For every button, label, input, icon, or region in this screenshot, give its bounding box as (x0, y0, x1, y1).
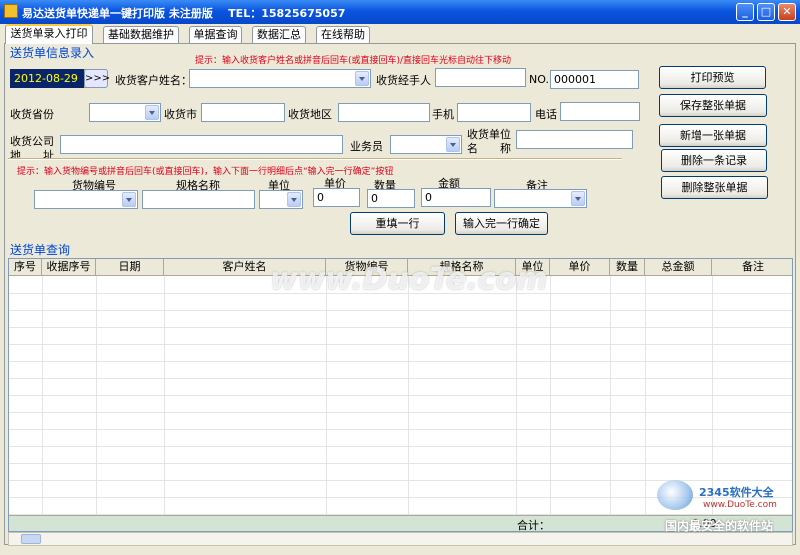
chevron-down-icon[interactable] (122, 192, 136, 207)
query-section-title: 送货单查询 (10, 243, 71, 257)
district-label: 收货地区 (288, 108, 332, 121)
maximize-button[interactable]: □ (757, 3, 775, 21)
grid-column-line (550, 276, 551, 515)
no-input[interactable]: 000001 (550, 70, 639, 89)
note-combo[interactable] (494, 189, 587, 208)
chevron-down-icon[interactable] (355, 71, 369, 86)
window-title-text: 易达送货单快递单一键打印版 未注册版 (22, 7, 213, 20)
maximize-icon: □ (760, 5, 772, 18)
grid-column-line (516, 276, 517, 515)
handler-label: 收货经手人 (376, 74, 431, 87)
customer-label: 收货客户姓名： (115, 74, 192, 87)
salesman-label: 业务员 (350, 140, 383, 153)
customer-combo[interactable] (189, 69, 371, 88)
grid-column-line (164, 276, 165, 515)
phone-label: 电话 (535, 108, 557, 121)
chevron-down-icon[interactable] (145, 105, 159, 120)
scrollbar-thumb[interactable] (21, 534, 41, 544)
grid-row-line (9, 327, 792, 328)
close-button[interactable]: ✕ (778, 3, 796, 21)
province-label: 收货省份 (10, 108, 54, 121)
entry-section-title: 送货单信息录入 (10, 46, 95, 60)
grid-header-note[interactable]: 备注 (712, 259, 792, 276)
mobile-input[interactable] (457, 103, 531, 122)
price-input[interactable]: 0 (313, 188, 360, 207)
refill-row-button[interactable]: 重填一行 (350, 212, 445, 235)
entry-hint: 提示：输入收货客户姓名或拼音后回车(或直接回车)/直接回车光标自动往下移动 (195, 56, 512, 66)
grid-header-total[interactable]: 总金额 (645, 259, 712, 276)
grid-row-line (9, 344, 792, 345)
grid-row-line (9, 361, 792, 362)
qty-input[interactable]: 0 (367, 189, 415, 208)
tab-entry-print[interactable]: 送货单录入打印 (5, 24, 93, 44)
grid-column-line (610, 276, 611, 515)
delete-record-button[interactable]: 删除一条记录 (661, 149, 767, 172)
window-title: 易达送货单快递单一键打印版 未注册版 TEL：15825675057 (22, 5, 345, 21)
company-address-input[interactable] (60, 135, 343, 154)
section-divider (8, 158, 622, 160)
save-bill-button[interactable]: 保存整张单据 (659, 94, 767, 117)
brand-watermark: 2345软件大全 www.DuoTe.com 国内最安全的软件站 (655, 478, 800, 555)
tab-query[interactable]: 单据查询 (189, 26, 242, 44)
confirm-row-button[interactable]: 输入完一行确定 (455, 212, 548, 235)
grid-row-line (9, 429, 792, 430)
company-label-line2: 地 址 (10, 149, 54, 162)
grid-header-qty[interactable]: 数量 (610, 259, 645, 276)
grid-header-price[interactable]: 单价 (550, 259, 610, 276)
chevron-down-icon[interactable] (287, 192, 301, 207)
grid-row-line (9, 395, 792, 396)
brand-url: www.DuoTe.com (703, 500, 777, 510)
phone-input[interactable] (560, 102, 640, 121)
city-label: 收货市 (164, 108, 197, 121)
grid-row-line (9, 310, 792, 311)
tab-help[interactable]: 在线帮助 (316, 26, 370, 44)
salesman-combo[interactable] (390, 135, 462, 154)
total-label: 合计： (517, 519, 550, 532)
grid-column-line (408, 276, 409, 515)
date-field[interactable]: 2012-08-29 (10, 69, 84, 88)
brand-name: 2345软件大全 (699, 486, 774, 499)
mascot-icon (657, 480, 693, 510)
grid-column-line (645, 276, 646, 515)
district-input[interactable] (338, 103, 430, 122)
province-combo[interactable] (89, 103, 161, 122)
minimize-button[interactable]: _ (736, 3, 754, 21)
spec-input[interactable] (142, 190, 255, 209)
grid-row-line (9, 446, 792, 447)
chevron-down-icon[interactable] (571, 191, 585, 206)
grid-column-line (96, 276, 97, 515)
grid-header-index[interactable]: 序号 (9, 259, 42, 276)
center-watermark: www.DuoTe.com (270, 262, 548, 297)
unit-combo[interactable] (259, 190, 303, 209)
mobile-label: 手机 (432, 108, 454, 121)
unit-name-input[interactable] (516, 130, 633, 149)
new-bill-button[interactable]: 新增一张单据 (659, 124, 767, 147)
print-preview-button[interactable]: 打印预览 (659, 66, 766, 89)
close-icon: ✕ (782, 5, 792, 18)
no-label: NO. (529, 73, 549, 86)
city-input[interactable] (201, 103, 285, 122)
tab-summary[interactable]: 数据汇总 (252, 26, 306, 44)
handler-input[interactable] (435, 68, 526, 87)
tab-basic-data[interactable]: 基础数据维护 (103, 26, 179, 44)
date-picker-button[interactable]: >>> (84, 69, 110, 88)
grid-row-line (9, 463, 792, 464)
window-tel-text: TEL：15825675057 (228, 7, 346, 20)
grid-column-line (326, 276, 327, 515)
delete-bill-button[interactable]: 删除整张单据 (661, 176, 768, 199)
grid-row-line (9, 412, 792, 413)
grid-column-line (42, 276, 43, 515)
chevron-down-icon[interactable] (446, 137, 460, 152)
grid-header-date[interactable]: 日期 (96, 259, 164, 276)
brand-slogan: 国内最安全的软件站 (665, 519, 774, 533)
unit-name-label-line2: 名 称 (467, 142, 511, 155)
grid-header-receipt-no[interactable]: 收据序号 (42, 259, 96, 276)
goods-no-combo[interactable] (34, 190, 138, 209)
grid-row-line (9, 378, 792, 379)
minimize-icon: _ (742, 5, 748, 18)
app-icon (4, 4, 18, 18)
amount-input[interactable]: 0 (421, 188, 491, 207)
title-bar: 易达送货单快递单一键打印版 未注册版 TEL：15825675057 _ □ ✕ (0, 0, 800, 24)
